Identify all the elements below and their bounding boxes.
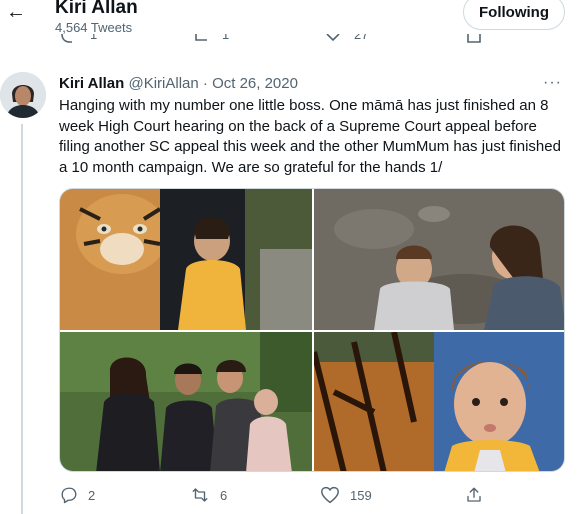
thread-connector-line — [21, 124, 23, 514]
prev-retweet-number: 1 — [222, 34, 230, 42]
share-icon[interactable] — [466, 34, 482, 46]
more-horizontal-icon[interactable]: ··· — [543, 74, 562, 92]
retweet-action[interactable]: 6 — [190, 486, 227, 504]
like-icon[interactable] — [325, 34, 341, 46]
share-icon[interactable] — [465, 486, 483, 504]
back-arrow-icon[interactable]: ← — [6, 2, 26, 22]
reply-icon[interactable] — [60, 486, 78, 504]
tweet-text: Hanging with my number one little boss. … — [59, 97, 561, 176]
like-count: 159 — [350, 487, 372, 503]
profile-header: ← Kiri Allan 4,564 Tweets Following 1 1 … — [0, 0, 586, 46]
avatar[interactable] — [0, 72, 46, 118]
handle-text[interactable]: @KiriAllan — [128, 75, 198, 92]
share-action[interactable] — [465, 486, 483, 504]
prev-retweet-count: 1 — [90, 34, 98, 42]
tweet-header: Kiri Allan @KiriAllan · Oct 26, 2020 — [59, 74, 298, 94]
header-profile-name: Kiri Allan — [55, 0, 138, 18]
retweet-icon[interactable] — [190, 486, 210, 504]
reply-count: 2 — [88, 487, 96, 503]
separator-dot: · — [198, 75, 213, 92]
heart-icon[interactable] — [320, 486, 340, 504]
photo-child-mother-rocks[interactable] — [314, 189, 564, 330]
reply-icon[interactable] — [60, 34, 76, 46]
retweet-count: 6 — [220, 487, 228, 503]
author-name[interactable]: Kiri Allan — [59, 75, 124, 92]
following-button[interactable]: Following — [463, 0, 565, 30]
media-grid — [59, 188, 565, 472]
previous-tweet-actions: 1 1 27 — [0, 34, 586, 46]
reply-action[interactable]: 2 — [60, 486, 95, 504]
photo-tiger-statue-child[interactable] — [60, 189, 312, 330]
author-handle[interactable]: @KiriAllan — [128, 75, 198, 92]
photo-group-family[interactable] — [60, 332, 312, 471]
header-tweet-count: 4,564 Tweets — [55, 20, 133, 35]
photo-tiger-child-closeup[interactable] — [314, 332, 564, 471]
prev-like-count: 27 — [354, 34, 369, 42]
like-action[interactable]: 159 — [320, 486, 372, 504]
tweet-date[interactable]: Oct 26, 2020 — [212, 75, 298, 92]
retweet-icon[interactable] — [193, 34, 211, 46]
